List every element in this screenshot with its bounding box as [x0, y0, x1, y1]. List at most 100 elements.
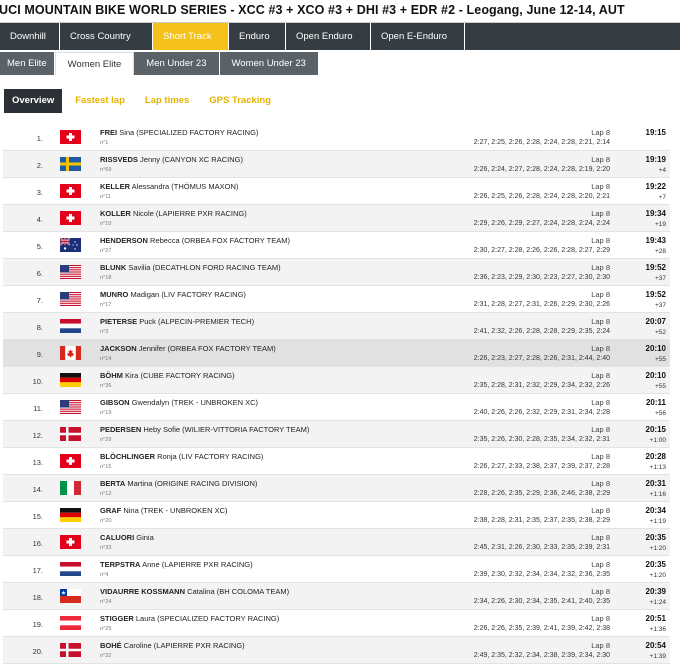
rider-name: JACKSON Jennifer (ORBEA FOX FACTORY TEAM… — [100, 344, 276, 353]
result-row[interactable]: 10. BÖHM Kira (CUBE FACTORY RACING) n°36… — [3, 367, 670, 394]
tab-enduro[interactable]: Enduro — [229, 23, 286, 50]
lap-count: Lap 8 — [591, 371, 610, 380]
rider-team: (ORIGINE RACING DIVISION) — [154, 479, 258, 488]
time-gap: +1:20 — [649, 545, 666, 552]
rider-last-name: JACKSON — [100, 344, 137, 353]
time-gap: +1:20 — [649, 572, 666, 579]
tab-lap-times[interactable]: Lap times — [135, 89, 199, 113]
rider-first-name: Laura — [135, 614, 156, 623]
lap-times: 2:34, 2:26, 2:30, 2:34, 2:35, 2:41, 2:40… — [473, 598, 610, 605]
time-gap: +37 — [654, 275, 666, 282]
tab-cross-country[interactable]: Cross Country — [60, 23, 153, 50]
result-row[interactable]: 14. BERTA Martina (ORIGINE RACING DIVISI… — [3, 475, 670, 502]
lap-count: Lap 8 — [591, 236, 610, 245]
time-gap: +56 — [654, 410, 666, 417]
result-row[interactable]: 17. TERPSTRA Anne (LAPIERRE PXR RACING) … — [3, 556, 670, 583]
country-flag-icon — [60, 427, 81, 441]
rank: 15. — [32, 512, 43, 521]
rider-name: BERTA Martina (ORIGINE RACING DIVISION) — [100, 479, 257, 488]
rank: 10. — [32, 377, 43, 386]
result-row[interactable]: 3. KELLER Alessandra (THÖMUS MAXON) n°11… — [3, 178, 670, 205]
rider-team: (ALPECIN-PREMIER TECH) — [157, 317, 255, 326]
result-row[interactable]: 18. VIDAURRE KOSSMANN Catalina (BH COLOM… — [3, 583, 670, 610]
lap-times: 2:31, 2:28, 2:27, 2:31, 2:26, 2:29, 2:30… — [473, 301, 610, 308]
result-row[interactable]: 19. STIGGER Laura (SPECIALIZED FACTORY R… — [3, 610, 670, 637]
rider-first-name: Madigan — [130, 290, 160, 299]
rider-first-name: Jenny — [140, 155, 161, 164]
tab-men-under-23[interactable]: Men Under 23 — [134, 52, 220, 75]
rider-last-name: BOHÉ — [100, 641, 122, 650]
result-row[interactable]: 5. HENDERSON Rebecca (ORBEA FOX FACTORY … — [3, 232, 670, 259]
lap-times: 2:26, 2:26, 2:35, 2:39, 2:41, 2:39, 2:42… — [473, 625, 610, 632]
result-row[interactable]: 16. CALUORI Ginia n°33 Lap 8 2:45, 2:31,… — [3, 529, 670, 556]
result-row[interactable]: 9. JACKSON Jennifer (ORBEA FOX FACTORY T… — [3, 340, 670, 367]
result-row[interactable]: 7. MUNRO Madigan (LIV FACTORY RACING) n°… — [3, 286, 670, 313]
time-gap: +55 — [654, 356, 666, 363]
rider-first-name: Caroline — [123, 641, 152, 650]
lap-times: 2:41, 2:32, 2:26, 2:28, 2:28, 2:29, 2:35… — [473, 328, 610, 335]
lap-count: Lap 8 — [591, 290, 610, 299]
total-time: 19:52 — [645, 290, 666, 299]
rider-last-name: TERPSTRA — [100, 560, 141, 569]
tab-short-track[interactable]: Short Track — [153, 23, 229, 50]
rank: 7. — [36, 296, 43, 305]
rider-last-name: BERTA — [100, 479, 126, 488]
bib-number: n°20 — [100, 518, 112, 524]
result-row[interactable]: 12. PEDERSEN Heby Sofie (WILIER-VITTORIA… — [3, 421, 670, 448]
tab-women-elite[interactable]: Women Elite — [54, 52, 135, 75]
result-row[interactable]: 4. KOLLER Nicole (LAPIERRE PXR RACING) n… — [3, 205, 670, 232]
rank: 12. — [32, 431, 43, 440]
country-flag-icon — [60, 562, 81, 576]
rider-last-name: HENDERSON — [100, 236, 148, 245]
rider-first-name: Gwendalyn — [131, 398, 170, 407]
lap-times: 2:38, 2:28, 2:31, 2:35, 2:37, 2:35, 2:38… — [473, 517, 610, 524]
country-flag-icon — [60, 508, 81, 522]
country-flag-icon — [60, 292, 81, 306]
tab-downhill[interactable]: Downhill — [0, 23, 60, 50]
rider-first-name: Nina — [123, 506, 139, 515]
rider-name: KELLER Alessandra (THÖMUS MAXON) — [100, 182, 238, 191]
result-row[interactable]: 2. RISSVEDS Jenny (CANYON XC RACING) n°6… — [3, 151, 670, 178]
result-row[interactable]: 20. BOHÉ Caroline (LAPIERRE PXR RACING) … — [3, 637, 670, 664]
rider-last-name: KOLLER — [100, 209, 131, 218]
tab-open-enduro[interactable]: Open Enduro — [286, 23, 371, 50]
rider-last-name: PIETERSE — [100, 317, 138, 326]
lap-count: Lap 8 — [591, 506, 610, 515]
event-title: UCI MOUNTAIN BIKE WORLD SERIES - XCC #3 … — [0, 3, 625, 17]
result-row[interactable]: 1. FREI Sina (SPECIALIZED FACTORY RACING… — [3, 124, 670, 151]
lap-times: 2:39, 2:30, 2:32, 2:34, 2:34, 2:32, 2:36… — [473, 571, 610, 578]
tab-overview[interactable]: Overview — [4, 89, 63, 113]
lap-count: Lap 8 — [591, 425, 610, 434]
result-row[interactable]: 15. GRAF Nina (TREK - UNBROKEN XC) n°20 … — [3, 502, 670, 529]
rider-first-name: Ginia — [136, 533, 154, 542]
lap-count: Lap 8 — [591, 560, 610, 569]
country-flag-icon — [60, 373, 81, 387]
tab-fastest-lap[interactable]: Fastest lap — [65, 89, 135, 113]
bib-number: n°4 — [100, 572, 109, 578]
lap-count: Lap 8 — [591, 614, 610, 623]
result-row[interactable]: 11. GIBSON Gwendalyn (TREK - UNBROKEN XC… — [3, 394, 670, 421]
tab-women-under-23[interactable]: Women Under 23 — [219, 52, 319, 75]
rider-first-name: Rebecca — [150, 236, 180, 245]
country-flag-icon — [60, 130, 81, 144]
rider-name: BLÖCHLINGER Ronja (LIV FACTORY RACING) — [100, 452, 263, 461]
lap-count: Lap 8 — [591, 155, 610, 164]
rider-first-name: Anne — [142, 560, 160, 569]
country-flag-icon — [60, 535, 81, 549]
rider-team: (LAPIERRE PXR RACING) — [153, 641, 245, 650]
result-row[interactable]: 6. BLUNK Savilia (DECATHLON FORD RACING … — [3, 259, 670, 286]
tab-men-elite[interactable]: Men Elite — [0, 52, 55, 75]
time-gap: +4 — [658, 167, 666, 174]
lap-count: Lap 8 — [591, 263, 610, 272]
bib-number: n°14 — [100, 356, 112, 362]
rider-team: (CUBE FACTORY RACING) — [140, 371, 235, 380]
bib-number: n°18 — [100, 275, 112, 281]
result-row[interactable]: 8. PIETERSE Puck (ALPECIN-PREMIER TECH) … — [3, 313, 670, 340]
bib-number: n°29 — [100, 437, 112, 443]
rank: 19. — [32, 620, 43, 629]
tab-open-e-enduro[interactable]: Open E-Enduro — [371, 23, 465, 50]
tab-gps-tracking[interactable]: GPS Tracking — [199, 89, 281, 113]
result-row[interactable]: 13. BLÖCHLINGER Ronja (LIV FACTORY RACIN… — [3, 448, 670, 475]
rider-first-name: Heby Sofie — [143, 425, 181, 434]
country-flag-icon — [60, 346, 81, 360]
